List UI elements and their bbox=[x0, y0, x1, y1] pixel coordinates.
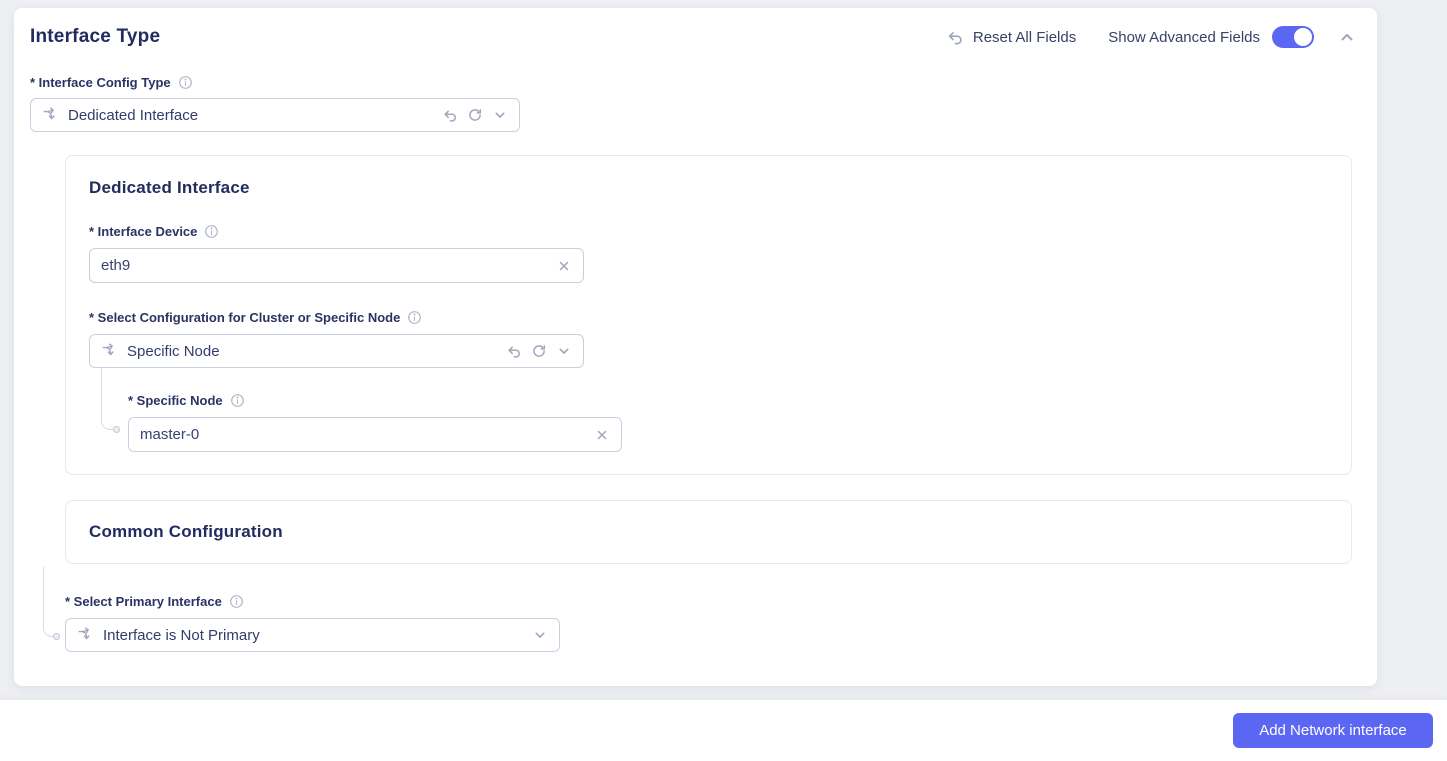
info-circle-icon[interactable] bbox=[178, 75, 193, 90]
interface-device-field bbox=[89, 248, 584, 283]
info-circle-icon[interactable] bbox=[229, 594, 244, 609]
cluster-config-label: * Select Configuration for Cluster or Sp… bbox=[89, 310, 422, 325]
panel-header: Interface Type Reset All Fields Show Adv… bbox=[30, 26, 1356, 48]
info-circle-icon[interactable] bbox=[230, 393, 245, 408]
select-actions bbox=[442, 107, 508, 123]
field-refresh-icon[interactable] bbox=[531, 343, 547, 359]
footer-bar: Add Network interface bbox=[0, 700, 1447, 761]
chevron-down-icon[interactable] bbox=[532, 627, 548, 643]
clear-input-icon[interactable] bbox=[594, 427, 610, 443]
interface-config-type-label-text: * Interface Config Type bbox=[30, 75, 171, 90]
reset-all-fields-label: Reset All Fields bbox=[972, 28, 1077, 46]
interface-device-label-text: * Interface Device bbox=[89, 224, 198, 239]
specific-node-label: * Specific Node bbox=[128, 393, 245, 408]
interface-config-type-select[interactable]: Dedicated Interface bbox=[30, 98, 520, 132]
chevron-up-icon bbox=[1341, 34, 1353, 41]
interface-config-type-value: Dedicated Interface bbox=[68, 106, 199, 124]
add-network-interface-button[interactable]: Add Network interface bbox=[1233, 713, 1433, 748]
common-configuration-title: Common Configuration bbox=[89, 522, 283, 541]
primary-interface-label: * Select Primary Interface bbox=[65, 594, 244, 609]
interface-device-label: * Interface Device bbox=[89, 224, 219, 239]
info-circle-icon[interactable] bbox=[204, 224, 219, 239]
specific-node-input[interactable] bbox=[140, 426, 586, 443]
dedicated-interface-card: Dedicated Interface * Interface Device *… bbox=[65, 155, 1352, 475]
interface-config-type-label: * Interface Config Type bbox=[30, 75, 193, 90]
header-actions: Reset All Fields Show Advanced Fields bbox=[946, 26, 1356, 48]
common-configuration-card: Common Configuration bbox=[65, 500, 1352, 564]
dedicated-interface-title: Dedicated Interface bbox=[89, 178, 250, 197]
chevron-down-icon[interactable] bbox=[556, 343, 572, 359]
tree-connector bbox=[101, 368, 120, 433]
select-actions bbox=[532, 627, 548, 643]
interface-type-panel: Interface Type Reset All Fields Show Adv… bbox=[14, 8, 1377, 686]
reset-all-fields-button[interactable]: Reset All Fields bbox=[946, 28, 1076, 46]
specific-node-field bbox=[128, 417, 622, 452]
page-title: Interface Type bbox=[30, 26, 161, 47]
interface-device-input[interactable] bbox=[101, 257, 548, 274]
field-refresh-icon[interactable] bbox=[467, 107, 483, 123]
info-circle-icon[interactable] bbox=[407, 310, 422, 325]
show-advanced-fields-label: Show Advanced Fields bbox=[1108, 28, 1260, 46]
cluster-config-select[interactable]: Specific Node bbox=[89, 334, 584, 368]
branch-split-icon bbox=[102, 343, 114, 356]
branch-split-icon bbox=[78, 627, 90, 640]
chevron-down-icon[interactable] bbox=[492, 107, 508, 123]
field-undo-icon[interactable] bbox=[442, 107, 458, 123]
undo-arrow-icon bbox=[948, 31, 962, 45]
cluster-config-label-text: * Select Configuration for Cluster or Sp… bbox=[89, 310, 401, 325]
tree-connector bbox=[43, 567, 60, 640]
toggle-knob bbox=[1294, 28, 1312, 46]
advanced-fields-toggle[interactable] bbox=[1272, 26, 1314, 48]
primary-interface-label-text: * Select Primary Interface bbox=[65, 594, 222, 609]
cluster-config-value: Specific Node bbox=[127, 342, 220, 360]
select-actions bbox=[506, 343, 572, 359]
primary-interface-value: Interface is Not Primary bbox=[103, 626, 260, 644]
field-undo-icon[interactable] bbox=[506, 343, 522, 359]
specific-node-label-text: * Specific Node bbox=[128, 393, 223, 408]
primary-interface-select[interactable]: Interface is Not Primary bbox=[65, 618, 560, 652]
branch-split-icon bbox=[43, 107, 55, 120]
clear-input-icon[interactable] bbox=[556, 258, 572, 274]
collapse-panel-button[interactable] bbox=[1338, 28, 1356, 46]
